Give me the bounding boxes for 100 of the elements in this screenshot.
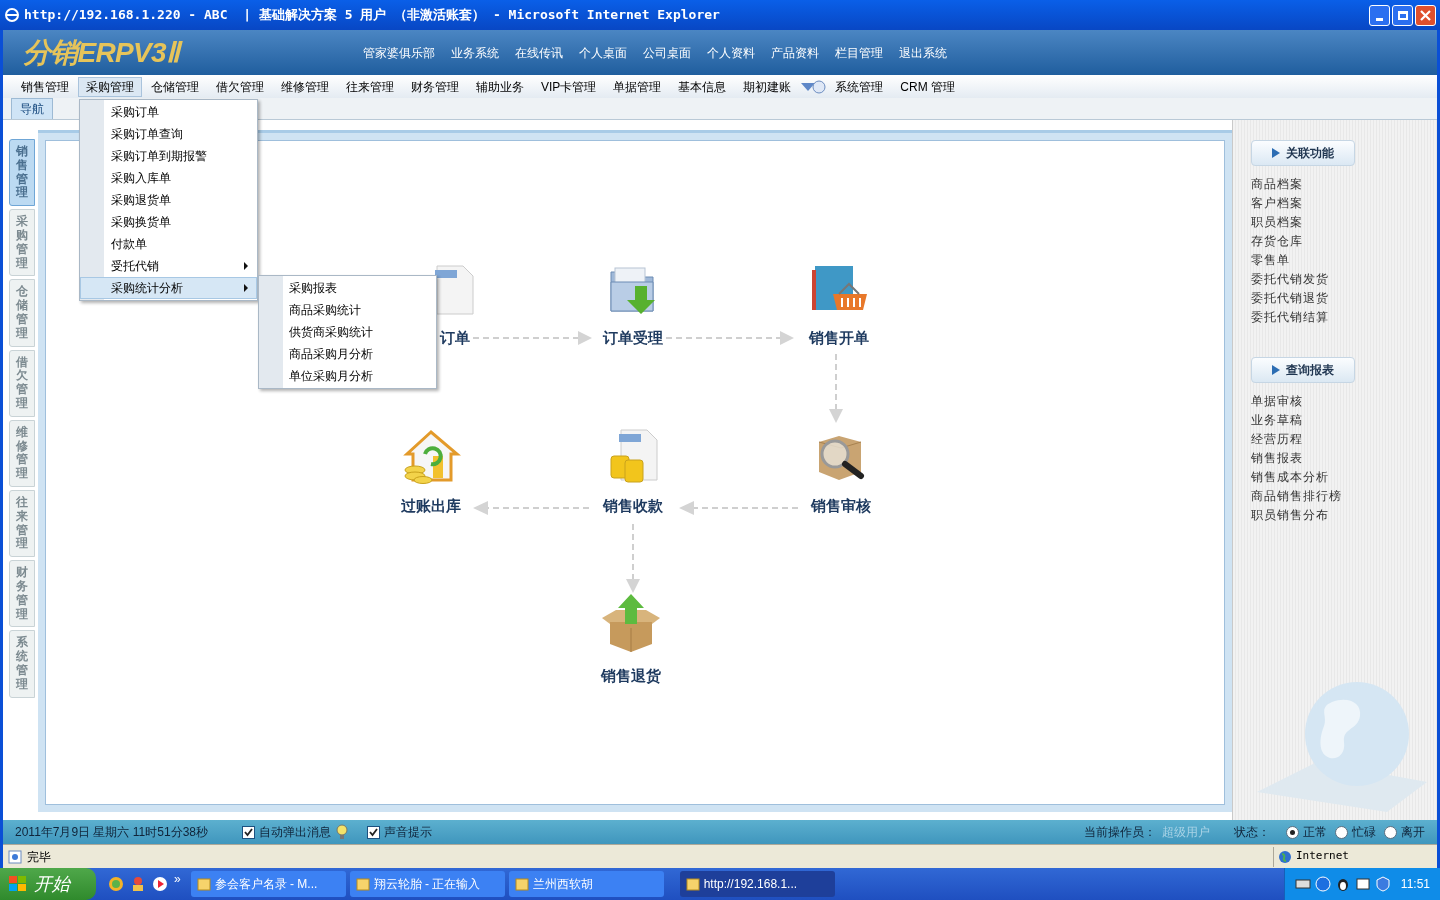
radio-button[interactable] <box>1384 825 1397 839</box>
house-coins-icon <box>401 430 461 484</box>
checkbox[interactable] <box>367 825 380 839</box>
flow-node-label[interactable]: 订单 <box>440 328 470 348</box>
menu-item[interactable]: CRM 管理 <box>892 76 963 97</box>
flow-node-label[interactable]: 销售审核 <box>811 496 871 516</box>
windows-logo-icon <box>8 875 28 893</box>
menu-item[interactable]: 系统管理 <box>827 76 892 97</box>
header-link[interactable]: 管家婆俱乐部 <box>363 43 435 62</box>
operator-name: 超级用户 <box>1162 824 1210 841</box>
taskbar-button[interactable]: 参会客户名录 - M... <box>190 871 346 897</box>
menu-option[interactable]: 采购退货单 <box>80 189 257 211</box>
menu-option[interactable]: 采购入库单 <box>80 167 257 189</box>
header-link[interactable]: 退出系统 <box>899 43 947 62</box>
window-title: http://192.168.1.220 - ABC | 基础解决方案 5 用户 （非激活账套） - Microsoft Internet Explorer <box>24 6 720 25</box>
menu-option[interactable]: 付款单 <box>80 233 257 255</box>
flow-node-label[interactable]: 过账出库 <box>401 496 461 516</box>
menu-item[interactable]: 往来管理 <box>338 76 402 97</box>
header-link[interactable]: 栏目管理 <box>835 43 883 62</box>
tray-icon <box>1354 876 1371 892</box>
radio-button[interactable] <box>1286 825 1299 839</box>
browser-icon <box>4 7 20 23</box>
clock: 11:51 <box>1400 876 1430 893</box>
close-button[interactable] <box>1415 4 1436 26</box>
dashed-arrow <box>626 523 640 593</box>
panel-link[interactable]: 销售报表 <box>1251 450 1437 466</box>
section-header[interactable]: 关联功能 <box>1251 140 1355 166</box>
nav-tab[interactable]: 导航 <box>11 98 53 119</box>
panel-link[interactable]: 商品档案 <box>1251 176 1437 192</box>
menu-option[interactable]: 受托代销 <box>80 255 257 277</box>
menu-item[interactable]: 借欠管理 <box>208 76 272 97</box>
header-link[interactable]: 产品资料 <box>771 43 819 62</box>
panel-link[interactable]: 客户档案 <box>1251 195 1437 211</box>
radio-button[interactable] <box>1335 825 1348 839</box>
menu-option[interactable]: 采购统计分析 <box>80 277 257 299</box>
flow-node-label[interactable]: 销售退货 <box>601 666 661 686</box>
dashed-arrow <box>829 353 843 423</box>
globe-icon <box>1278 849 1292 864</box>
taskbar-button[interactable]: 翔云轮胎 - 正在输入 <box>349 871 505 897</box>
menu-option[interactable]: 单位采购月分析 <box>259 365 436 387</box>
menu-item[interactable]: 辅助业务 <box>468 76 532 97</box>
panel-link[interactable]: 零售单 <box>1251 252 1437 268</box>
menu-option[interactable]: 采购订单查询 <box>80 123 257 145</box>
menu-item[interactable]: 销售管理 <box>13 76 77 97</box>
menu-item[interactable]: 采购管理 <box>78 76 142 97</box>
window-icon <box>685 877 700 891</box>
menu-item[interactable]: 财务管理 <box>403 76 467 97</box>
panel-link[interactable]: 存货仓库 <box>1251 233 1437 249</box>
submenu-arrow-icon <box>244 262 248 270</box>
panel-link[interactable]: 职员销售分布 <box>1251 507 1437 523</box>
panel-link[interactable]: 委托代销发货 <box>1251 271 1437 287</box>
menu-option[interactable]: 采购换货单 <box>80 211 257 233</box>
header-link[interactable]: 在线传讯 <box>515 43 563 62</box>
menu-option[interactable]: 采购订单到期报警 <box>80 145 257 167</box>
keyboard-icon <box>1294 878 1311 890</box>
submenu-arrow-icon <box>244 284 248 292</box>
menu-option[interactable]: 采购报表 <box>259 277 436 299</box>
panel-link[interactable]: 销售成本分析 <box>1251 469 1437 485</box>
radio-label: 正常 <box>1303 824 1327 841</box>
menu-option[interactable]: 采购订单 <box>80 101 257 123</box>
menu-item[interactable]: VIP卡管理 <box>533 76 605 97</box>
menu-item[interactable]: 仓储管理 <box>143 76 207 97</box>
panel-link[interactable]: 经营历程 <box>1251 431 1437 447</box>
checkbox[interactable] <box>242 825 255 839</box>
panel-link[interactable]: 单据审核 <box>1251 393 1437 409</box>
menu-option[interactable]: 商品采购统计 <box>259 299 436 321</box>
panel-link[interactable]: 业务草稿 <box>1251 412 1437 428</box>
quick-launch-icon <box>108 876 124 892</box>
menu-item[interactable]: 基本信息 <box>670 76 735 97</box>
radio-label: 离开 <box>1401 824 1425 841</box>
header-link[interactable]: 个人资料 <box>707 43 755 62</box>
section-header[interactable]: 查询报表 <box>1251 357 1355 383</box>
play-icon <box>152 876 168 892</box>
panel-link[interactable]: 商品销售排行榜 <box>1251 488 1437 504</box>
side-tab[interactable]: 销售管理 <box>9 139 35 207</box>
taskbar-button[interactable]: 兰州西软胡 <box>508 871 664 897</box>
flow-node-label[interactable]: 销售开单 <box>809 328 869 348</box>
more-chevron[interactable]: » <box>174 870 181 888</box>
menu-option[interactable]: 商品采购月分析 <box>259 343 436 365</box>
menu-item[interactable]: 维修管理 <box>273 76 337 97</box>
page-icon <box>7 848 23 865</box>
panel-link[interactable]: 职员档案 <box>1251 214 1437 230</box>
menu-option[interactable]: 供货商采购统计 <box>259 321 436 343</box>
flow-node-label[interactable]: 销售收款 <box>603 496 663 516</box>
minimize-button[interactable] <box>1369 4 1390 26</box>
lightbulb-icon <box>335 824 349 840</box>
panel-link[interactable]: 委托代销退货 <box>1251 290 1437 306</box>
maximize-button[interactable] <box>1392 4 1413 26</box>
panel-link[interactable]: 委托代销结算 <box>1251 309 1437 325</box>
tray-icon <box>1374 876 1391 892</box>
radio-label: 忙碌 <box>1352 824 1376 841</box>
flow-node-label[interactable]: 订单受理 <box>603 328 663 348</box>
header-link[interactable]: 个人桌面 <box>579 43 627 62</box>
taskbar-button[interactable]: http://192.168.1... <box>679 871 835 897</box>
menu-item[interactable]: 期初建账 <box>735 76 800 97</box>
header-link[interactable]: 业务系统 <box>451 43 499 62</box>
header-link[interactable]: 公司桌面 <box>643 43 691 62</box>
triangle-icon <box>1272 365 1280 375</box>
menu-item[interactable]: 单据管理 <box>605 76 670 97</box>
start-button[interactable]: 开始 <box>0 868 96 900</box>
